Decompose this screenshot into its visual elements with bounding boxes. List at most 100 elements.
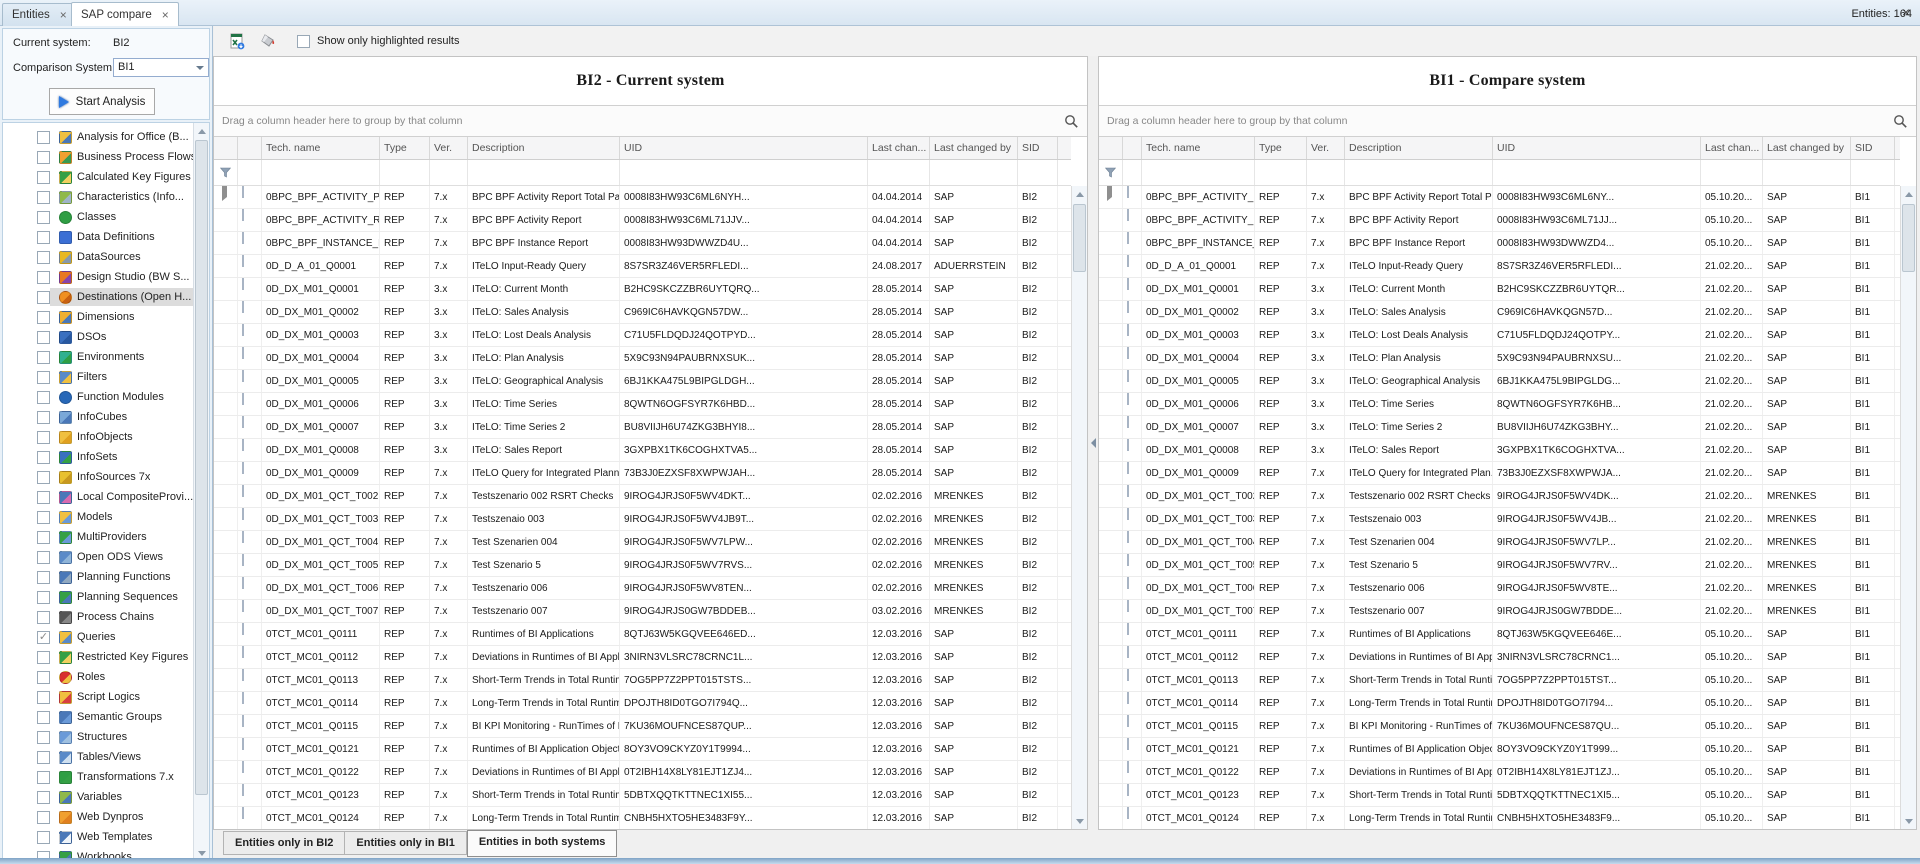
table-row[interactable]: 0D_DX_M01_Q0008REP3.xITeLO: Sales Report… xyxy=(1099,439,1900,462)
tree-item-checkbox[interactable] xyxy=(37,271,50,284)
tree-item-checkbox[interactable] xyxy=(37,211,50,224)
tree-item-checkbox[interactable] xyxy=(37,791,50,804)
bottom-tab-entities-in-both-systems[interactable]: Entities in both systems xyxy=(467,830,618,857)
tree-item-function-modules[interactable]: Function Modules xyxy=(3,387,193,407)
tree-scrollbar[interactable] xyxy=(193,123,209,861)
tree-item-tables-views[interactable]: Tables/Views xyxy=(3,747,193,767)
expand-cell[interactable] xyxy=(1099,462,1123,484)
expand-cell[interactable] xyxy=(214,485,238,507)
column-header-sid[interactable]: SID xyxy=(1018,137,1058,159)
filter-cell-description[interactable] xyxy=(468,160,620,185)
group-by-panel[interactable]: Drag a column header here to group by th… xyxy=(214,105,1087,137)
filter-cell-description[interactable] xyxy=(1345,160,1493,185)
tree-item-checkbox[interactable] xyxy=(37,251,50,264)
filter-cell-last-changed[interactable] xyxy=(868,160,930,185)
expand-cell[interactable] xyxy=(214,370,238,392)
column-header-description[interactable]: Description xyxy=(468,137,620,159)
column-header-last-changed-by[interactable]: Last changed by xyxy=(930,137,1018,159)
expand-cell[interactable] xyxy=(214,255,238,277)
tree-item-semantic-groups[interactable]: Semantic Groups xyxy=(3,707,193,727)
filter-funnel-icon[interactable] xyxy=(1099,160,1123,185)
expand-cell[interactable] xyxy=(1099,554,1123,576)
table-row[interactable]: 0TCT_MC01_Q0112REP7.xDeviations in Runti… xyxy=(214,646,1071,669)
tree-item-checkbox[interactable]: ✓ xyxy=(37,631,50,644)
column-header-uid[interactable]: UID xyxy=(1493,137,1701,159)
expand-cell[interactable] xyxy=(214,692,238,714)
bottom-tab-entities-only-in-bi2[interactable]: Entities only in BI2 xyxy=(223,831,345,855)
filter-cell-type[interactable] xyxy=(1255,160,1307,185)
expand-cell[interactable] xyxy=(214,416,238,438)
tree-item-checkbox[interactable] xyxy=(37,291,50,304)
expand-cell[interactable] xyxy=(1099,738,1123,760)
scroll-down-icon[interactable] xyxy=(1901,813,1916,829)
table-row[interactable]: 0D_DX_M01_Q0009REP7.xITeLO Query for Int… xyxy=(1099,462,1900,485)
tree-item-calculated-key-figures[interactable]: Calculated Key Figures xyxy=(3,167,193,187)
tree-item-infosets[interactable]: InfoSets xyxy=(3,447,193,467)
column-header-ver[interactable]: Ver. xyxy=(1307,137,1345,159)
table-row[interactable]: 0TCT_MC01_Q0123REP7.xShort-Term Trends i… xyxy=(214,784,1071,807)
expand-cell[interactable] xyxy=(1099,255,1123,277)
tree-item-checkbox[interactable] xyxy=(37,371,50,384)
table-row[interactable]: 0BPC_BPF_ACTIVITY_P...REP7.xBPC BPF Acti… xyxy=(1099,186,1900,209)
expand-cell[interactable] xyxy=(1099,761,1123,783)
tree-item-checkbox[interactable] xyxy=(37,231,50,244)
tree-item-transformations-7-x[interactable]: Transformations 7.x xyxy=(3,767,193,787)
filter-cell-sid[interactable] xyxy=(1018,160,1058,185)
tree-item-checkbox[interactable] xyxy=(37,391,50,404)
table-row[interactable]: 0BPC_BPF_ACTIVITY_REPREP7.xBPC BPF Activ… xyxy=(214,209,1071,232)
tree-item-checkbox[interactable] xyxy=(37,711,50,724)
tree-item-checkbox[interactable] xyxy=(37,151,50,164)
tree-item-classes[interactable]: Classes xyxy=(3,207,193,227)
table-row[interactable]: 0D_DX_M01_QCT_T006REP7.xTestszenario 006… xyxy=(1099,577,1900,600)
scroll-up-icon[interactable] xyxy=(1072,186,1087,202)
table-row[interactable]: 0D_DX_M01_Q0002REP3.xITeLO: Sales Analys… xyxy=(214,301,1071,324)
table-row[interactable]: 0TCT_MC01_Q0114REP7.xLong-Term Trends in… xyxy=(1099,692,1900,715)
table-row[interactable]: 0D_DX_M01_QCT_T003REP7.xTestszenaio 0039… xyxy=(1099,508,1900,531)
table-row[interactable]: 0D_DX_M01_Q0004REP3.xITeLO: Plan Analysi… xyxy=(1099,347,1900,370)
expand-cell[interactable] xyxy=(1099,416,1123,438)
tree-item-script-logics[interactable]: Script Logics xyxy=(3,687,193,707)
expand-cell[interactable] xyxy=(1099,531,1123,553)
tree-item-checkbox[interactable] xyxy=(37,351,50,364)
tree-item-characteristics-info[interactable]: Characteristics (Info... xyxy=(3,187,193,207)
tree-item-checkbox[interactable] xyxy=(37,131,50,144)
tree-item-checkbox[interactable] xyxy=(37,611,50,624)
table-row[interactable]: 0D_DX_M01_Q0003REP3.xITeLO: Lost Deals A… xyxy=(214,324,1071,347)
table-row[interactable]: 0TCT_MC01_Q0115REP7.xBI KPI Monitoring -… xyxy=(214,715,1071,738)
column-header-sid[interactable]: SID xyxy=(1851,137,1895,159)
expand-cell[interactable] xyxy=(1099,324,1123,346)
tree-item-planning-sequences[interactable]: Planning Sequences xyxy=(3,587,193,607)
tree-item-web-dynpros[interactable]: Web Dynpros xyxy=(3,807,193,827)
filter-cell-ver[interactable] xyxy=(430,160,468,185)
tree-item-checkbox[interactable] xyxy=(37,591,50,604)
table-row[interactable]: 0TCT_MC01_Q0124REP7.xLong-Term Trends in… xyxy=(1099,807,1900,829)
table-row[interactable]: 0D_D_A_01_Q0001REP7.xITeLO Input-Ready Q… xyxy=(214,255,1071,278)
table-row[interactable]: 0D_DX_M01_QCT_T007REP7.xTestszenario 007… xyxy=(214,600,1071,623)
tree-item-datasources[interactable]: DataSources xyxy=(3,247,193,267)
expand-cell[interactable] xyxy=(1099,715,1123,737)
table-row[interactable]: 0TCT_MC01_Q0121REP7.xRuntimes of BI Appl… xyxy=(1099,738,1900,761)
table-row[interactable]: 0D_DX_M01_QCT_T007REP7.xTestszenario 007… xyxy=(1099,600,1900,623)
tree-item-structures[interactable]: Structures xyxy=(3,727,193,747)
start-analysis-button[interactable]: Start Analysis xyxy=(49,88,155,115)
expand-cell[interactable] xyxy=(1099,232,1123,254)
bottom-tab-entities-only-in-bi1[interactable]: Entities only in BI1 xyxy=(345,831,466,855)
table-row[interactable]: 0D_DX_M01_Q0003REP3.xITeLO: Lost Deals A… xyxy=(1099,324,1900,347)
table-row[interactable]: 0TCT_MC01_Q0114REP7.xLong-Term Trends in… xyxy=(214,692,1071,715)
tree-item-checkbox[interactable] xyxy=(37,511,50,524)
table-row[interactable]: 0TCT_MC01_Q0113REP7.xShort-Term Trends i… xyxy=(214,669,1071,692)
filter-cell-uid[interactable] xyxy=(1493,160,1701,185)
expand-cell[interactable] xyxy=(1099,301,1123,323)
tree-item-checkbox[interactable] xyxy=(37,171,50,184)
table-row[interactable]: 0BPC_BPF_INSTANCE_REPREP7.xBPC BPF Insta… xyxy=(214,232,1071,255)
expand-cell[interactable] xyxy=(214,554,238,576)
tree-item-multiproviders[interactable]: MultiProviders xyxy=(3,527,193,547)
tree-item-checkbox[interactable] xyxy=(37,731,50,744)
expand-cell[interactable] xyxy=(214,600,238,622)
grid-scrollbar[interactable] xyxy=(1900,186,1916,829)
expand-cell[interactable] xyxy=(1099,508,1123,530)
table-row[interactable]: 0TCT_MC01_Q0122REP7.xDeviations in Runti… xyxy=(214,761,1071,784)
column-header-description[interactable]: Description xyxy=(1345,137,1493,159)
tree-item-checkbox[interactable] xyxy=(37,671,50,684)
expand-cell[interactable] xyxy=(214,278,238,300)
